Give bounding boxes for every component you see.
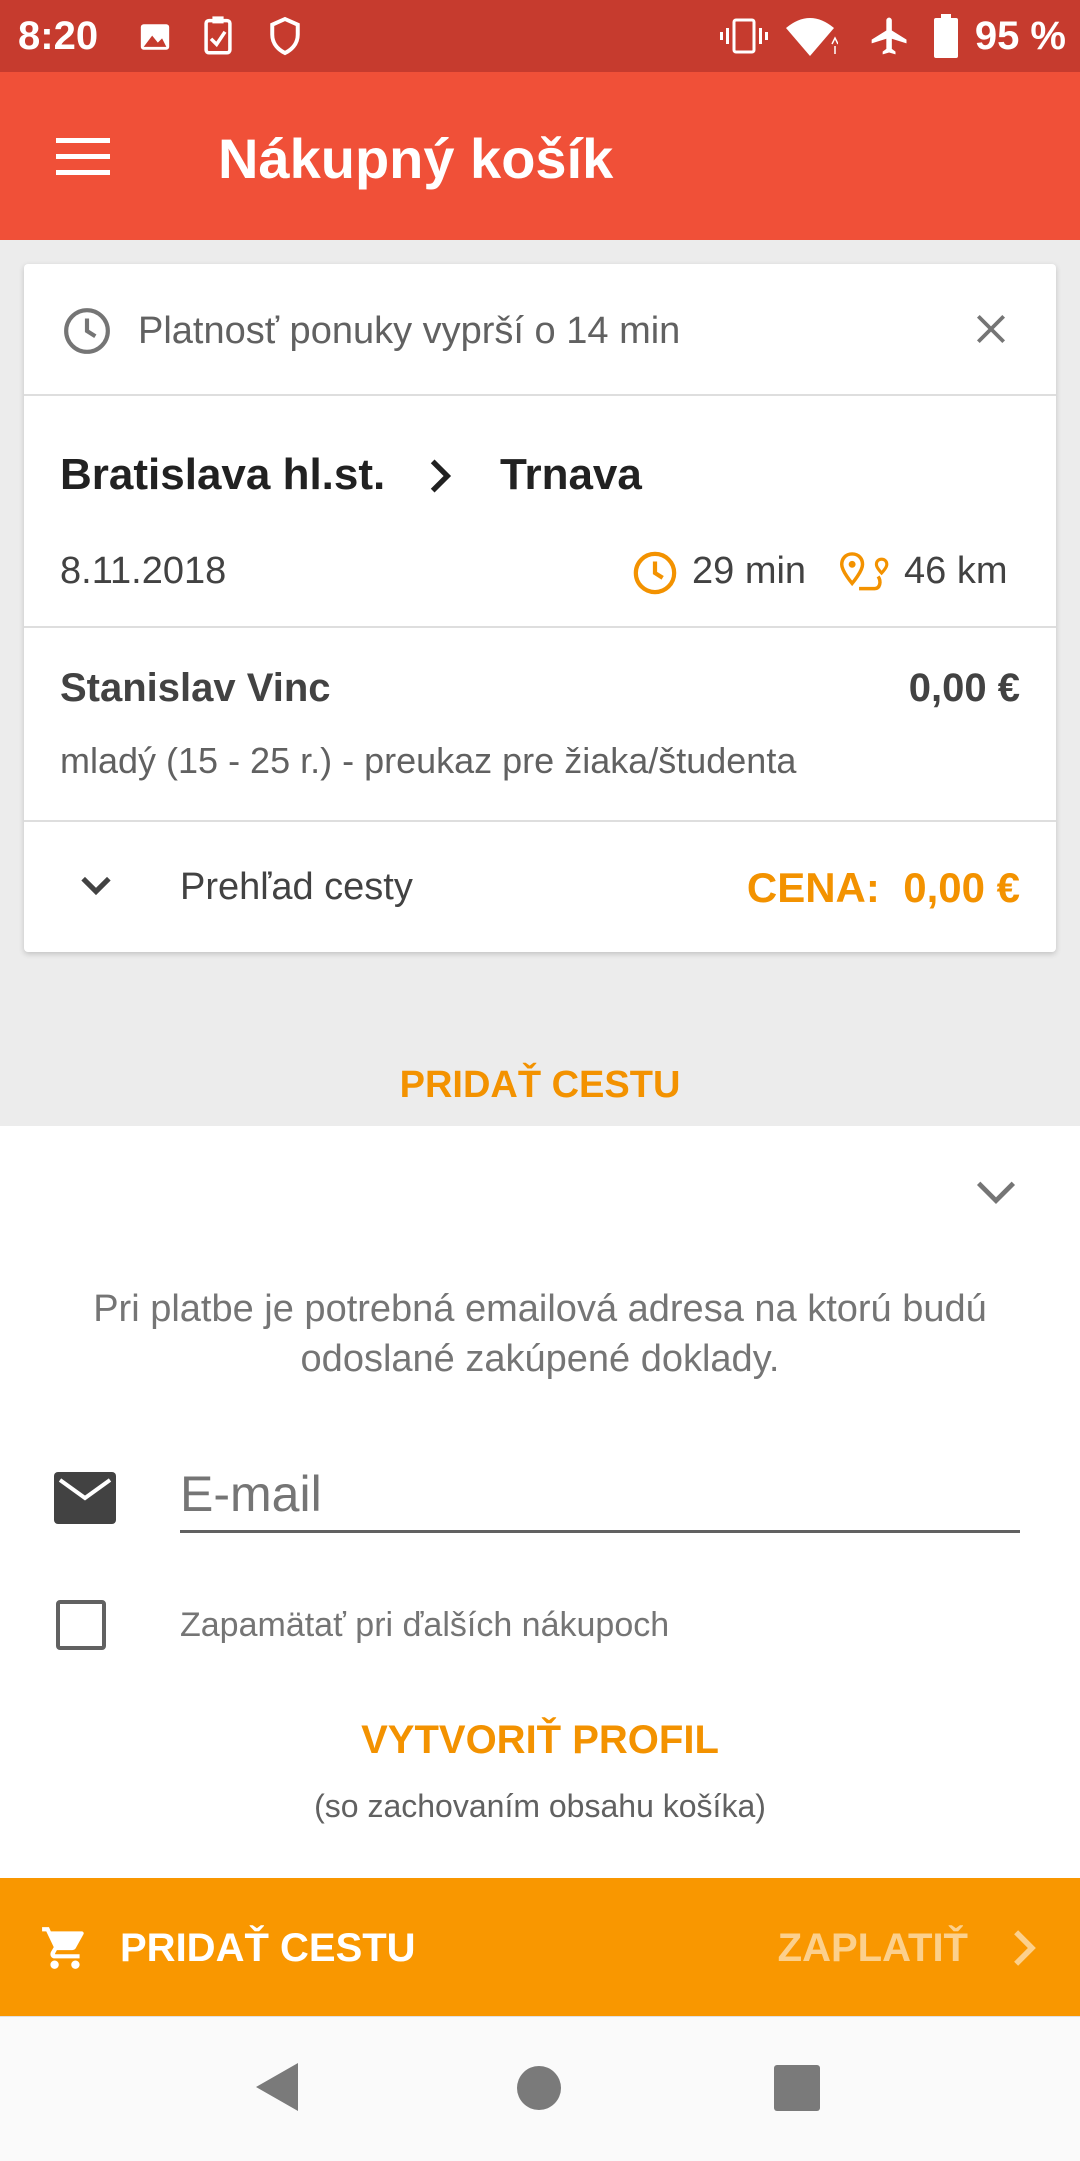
route-overview-toggle[interactable]: Prehľad cesty	[180, 866, 413, 909]
clock-icon	[64, 308, 110, 354]
remember-label[interactable]: Zapamätať pri ďalších nákupoch	[180, 1606, 669, 1645]
status-time: 8:20	[18, 14, 99, 58]
shield-icon	[270, 16, 300, 56]
battery-percentage: 95 %	[974, 14, 1066, 58]
bottom-action-bar: PRIDAŤ CESTU ZAPLATIŤ	[0, 1878, 1080, 2016]
total-price: CENA: 0,00 €	[747, 864, 1020, 912]
divider	[24, 394, 1056, 396]
add-route-button-label: PRIDAŤ CESTU	[120, 1925, 416, 1970]
pay-button[interactable]: ZAPLATIŤ	[778, 1918, 1040, 1978]
route-from: Bratislava hl.st.	[60, 450, 386, 499]
route-duration: 29 min	[692, 550, 807, 592]
close-icon[interactable]	[972, 310, 1010, 348]
menu-icon[interactable]	[50, 126, 116, 186]
chevron-down-icon[interactable]	[74, 864, 118, 908]
remember-checkbox[interactable]	[56, 1600, 106, 1650]
recents-icon[interactable]	[774, 2065, 820, 2111]
image-icon	[140, 24, 170, 50]
email-input[interactable]	[180, 1458, 1020, 1533]
total-price-value: 0,00 €	[903, 864, 1020, 911]
mail-icon	[54, 1472, 116, 1524]
total-price-label: CENA:	[746, 864, 880, 911]
create-profile-note: (so zachovaním obsahu košíka)	[314, 1788, 766, 1824]
battery-icon	[934, 14, 958, 58]
back-icon[interactable]	[252, 2059, 302, 2115]
route-date: 8.11.2018	[60, 550, 227, 592]
chevron-down-icon[interactable]	[970, 1166, 1022, 1218]
system-nav-bar	[0, 2016, 1080, 2161]
add-route-link[interactable]: PRIDAŤ CESTU	[0, 1064, 1080, 1107]
home-icon[interactable]	[516, 2065, 562, 2111]
page-title: Nákupný košík	[218, 127, 614, 190]
wifi-icon	[786, 18, 838, 56]
payment-info-text: Pri platbe je potrebná emailová adresa n…	[93, 1288, 987, 1380]
route-distance: 46 km	[904, 550, 1008, 592]
checklist-icon	[204, 16, 232, 55]
cart-icon	[42, 1927, 84, 1969]
cart-item-card: Platnosť ponuky vyprší o 14 min Bratisla…	[24, 264, 1056, 952]
app-bar: Nákupný košík	[0, 72, 1080, 240]
divider	[24, 626, 1056, 628]
passenger-tariff: mladý (15 - 25 r.) - preukaz pre žiaka/š…	[60, 740, 797, 781]
chevron-right-icon	[430, 459, 452, 493]
pay-button-label: ZAPLATIŤ	[777, 1925, 968, 1970]
payment-sheet: Pri platbe je potrebná emailová adresa n…	[0, 1126, 1080, 1878]
route-icon	[840, 552, 889, 591]
passenger-price: 0,00 €	[908, 666, 1020, 710]
vibrate-icon	[720, 18, 768, 54]
clock-icon	[633, 551, 677, 595]
airplane-icon	[871, 17, 907, 55]
create-profile-button[interactable]: VYTVORIŤ PROFIL	[0, 1718, 1080, 1763]
offer-validity: Platnosť ponuky vyprší o 14 min	[138, 310, 681, 352]
add-route-button[interactable]: PRIDAŤ CESTU	[40, 1918, 416, 1978]
route-to: Trnava	[500, 450, 642, 499]
chevron-right-icon	[1014, 1930, 1036, 1966]
passenger-name: Stanislav Vinc	[60, 666, 331, 710]
status-bar: 8:20 95 %	[0, 0, 1080, 72]
divider	[24, 820, 1056, 822]
